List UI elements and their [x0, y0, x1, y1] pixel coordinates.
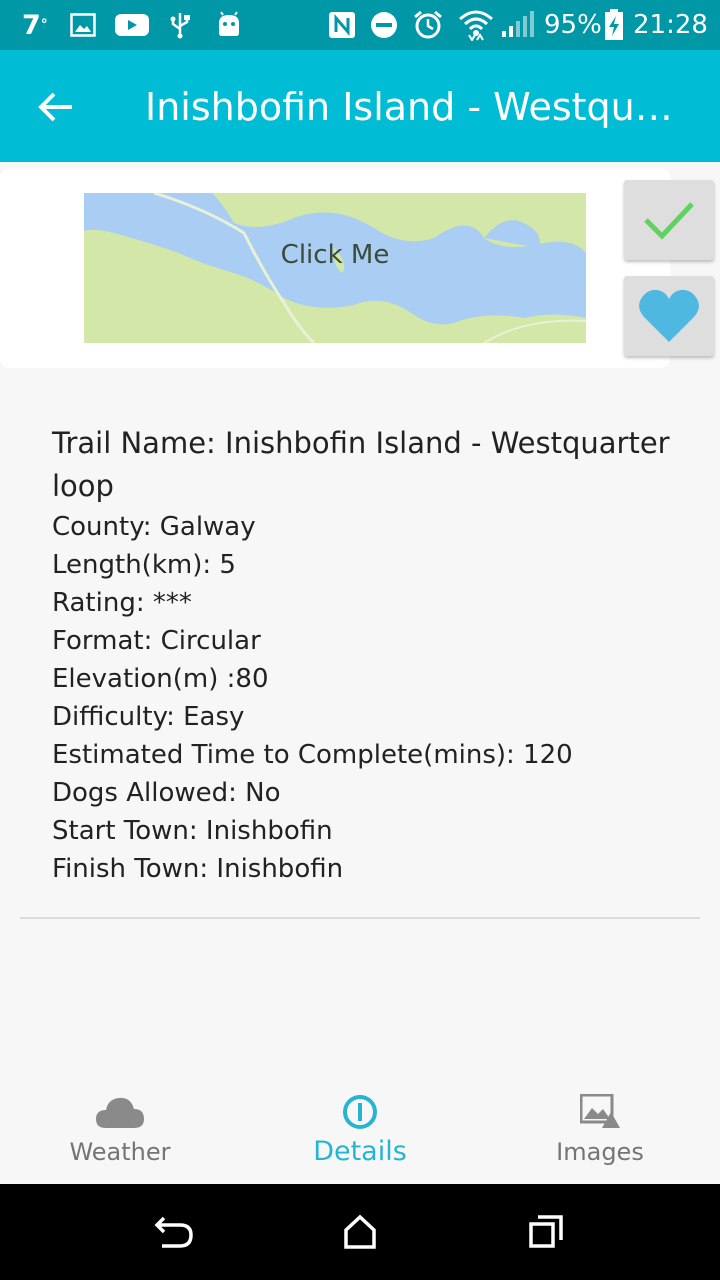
back-arrow-icon	[38, 92, 72, 122]
bottom-nav: Weather Details Images	[0, 1080, 720, 1184]
tab-images-label: Images	[556, 1138, 644, 1166]
back-button[interactable]	[24, 75, 88, 139]
usb-icon	[168, 0, 192, 50]
wifi-icon	[458, 0, 494, 50]
trail-details: Trail Name: Inishbofin Island - Westquar…	[52, 422, 692, 888]
recents-icon	[529, 1215, 563, 1248]
system-nav-bar	[0, 1184, 720, 1280]
tab-details-label: Details	[313, 1136, 407, 1167]
tab-weather-label: Weather	[69, 1138, 171, 1166]
trail-start-town: Start Town: Inishbofin	[52, 816, 333, 846]
check-icon	[644, 202, 694, 240]
alarm-icon	[412, 0, 444, 50]
trail-county: County: Galway	[52, 512, 256, 542]
youtube-icon	[115, 0, 149, 50]
info-icon	[240, 1090, 480, 1134]
image-icon	[480, 1090, 720, 1134]
page-title: Inishbofin Island - Westquarter loop	[145, 85, 693, 129]
android-icon	[215, 0, 243, 50]
trail-difficulty: Difficulty: Easy	[52, 702, 245, 732]
nfc-icon	[328, 0, 356, 50]
tab-images[interactable]: Images	[480, 1080, 720, 1184]
home-icon	[344, 1214, 376, 1249]
trail-finish-town: Finish Town: Inishbofin	[52, 854, 344, 884]
degree-symbol: °	[40, 17, 48, 33]
heart-icon	[639, 289, 699, 342]
do-not-disturb-icon	[369, 0, 399, 50]
tab-details[interactable]: Details	[240, 1080, 480, 1184]
trail-elevation: Elevation(m) :80	[52, 664, 269, 694]
map-card: Click Me	[0, 168, 670, 368]
map-preview[interactable]: Click Me	[84, 193, 586, 343]
signal-icon	[500, 0, 534, 50]
trail-rating: Rating: ***	[52, 588, 192, 618]
clock: 21:28	[633, 10, 708, 40]
trail-format: Format: Circular	[52, 626, 261, 656]
click-me-label: Click Me	[280, 240, 390, 270]
app-bar: Inishbofin Island - Westquarter loop	[0, 50, 720, 162]
status-bar: 7 ° 95% 21:28	[0, 0, 720, 50]
completed-button[interactable]	[624, 180, 714, 260]
system-back-button[interactable]	[150, 1208, 198, 1256]
trail-dogs: Dogs Allowed: No	[52, 778, 281, 808]
trail-time: Estimated Time to Complete(mins): 120	[52, 740, 573, 770]
system-home-button[interactable]	[336, 1208, 384, 1256]
tab-weather[interactable]: Weather	[0, 1080, 240, 1184]
divider	[20, 917, 700, 919]
undo-arrow-icon	[154, 1216, 193, 1248]
trail-length: Length(km): 5	[52, 550, 236, 580]
battery-charging-icon	[604, 0, 624, 50]
favourite-button[interactable]	[624, 276, 714, 356]
trail-name: Trail Name: Inishbofin Island - Westquar…	[52, 426, 670, 503]
battery-percent: 95%	[544, 10, 602, 40]
temperature-value: 7	[22, 9, 41, 41]
system-recents-button[interactable]	[522, 1208, 570, 1256]
temperature-text: 7 °	[22, 0, 48, 50]
cloud-icon	[0, 1090, 240, 1134]
gallery-icon	[70, 0, 96, 50]
